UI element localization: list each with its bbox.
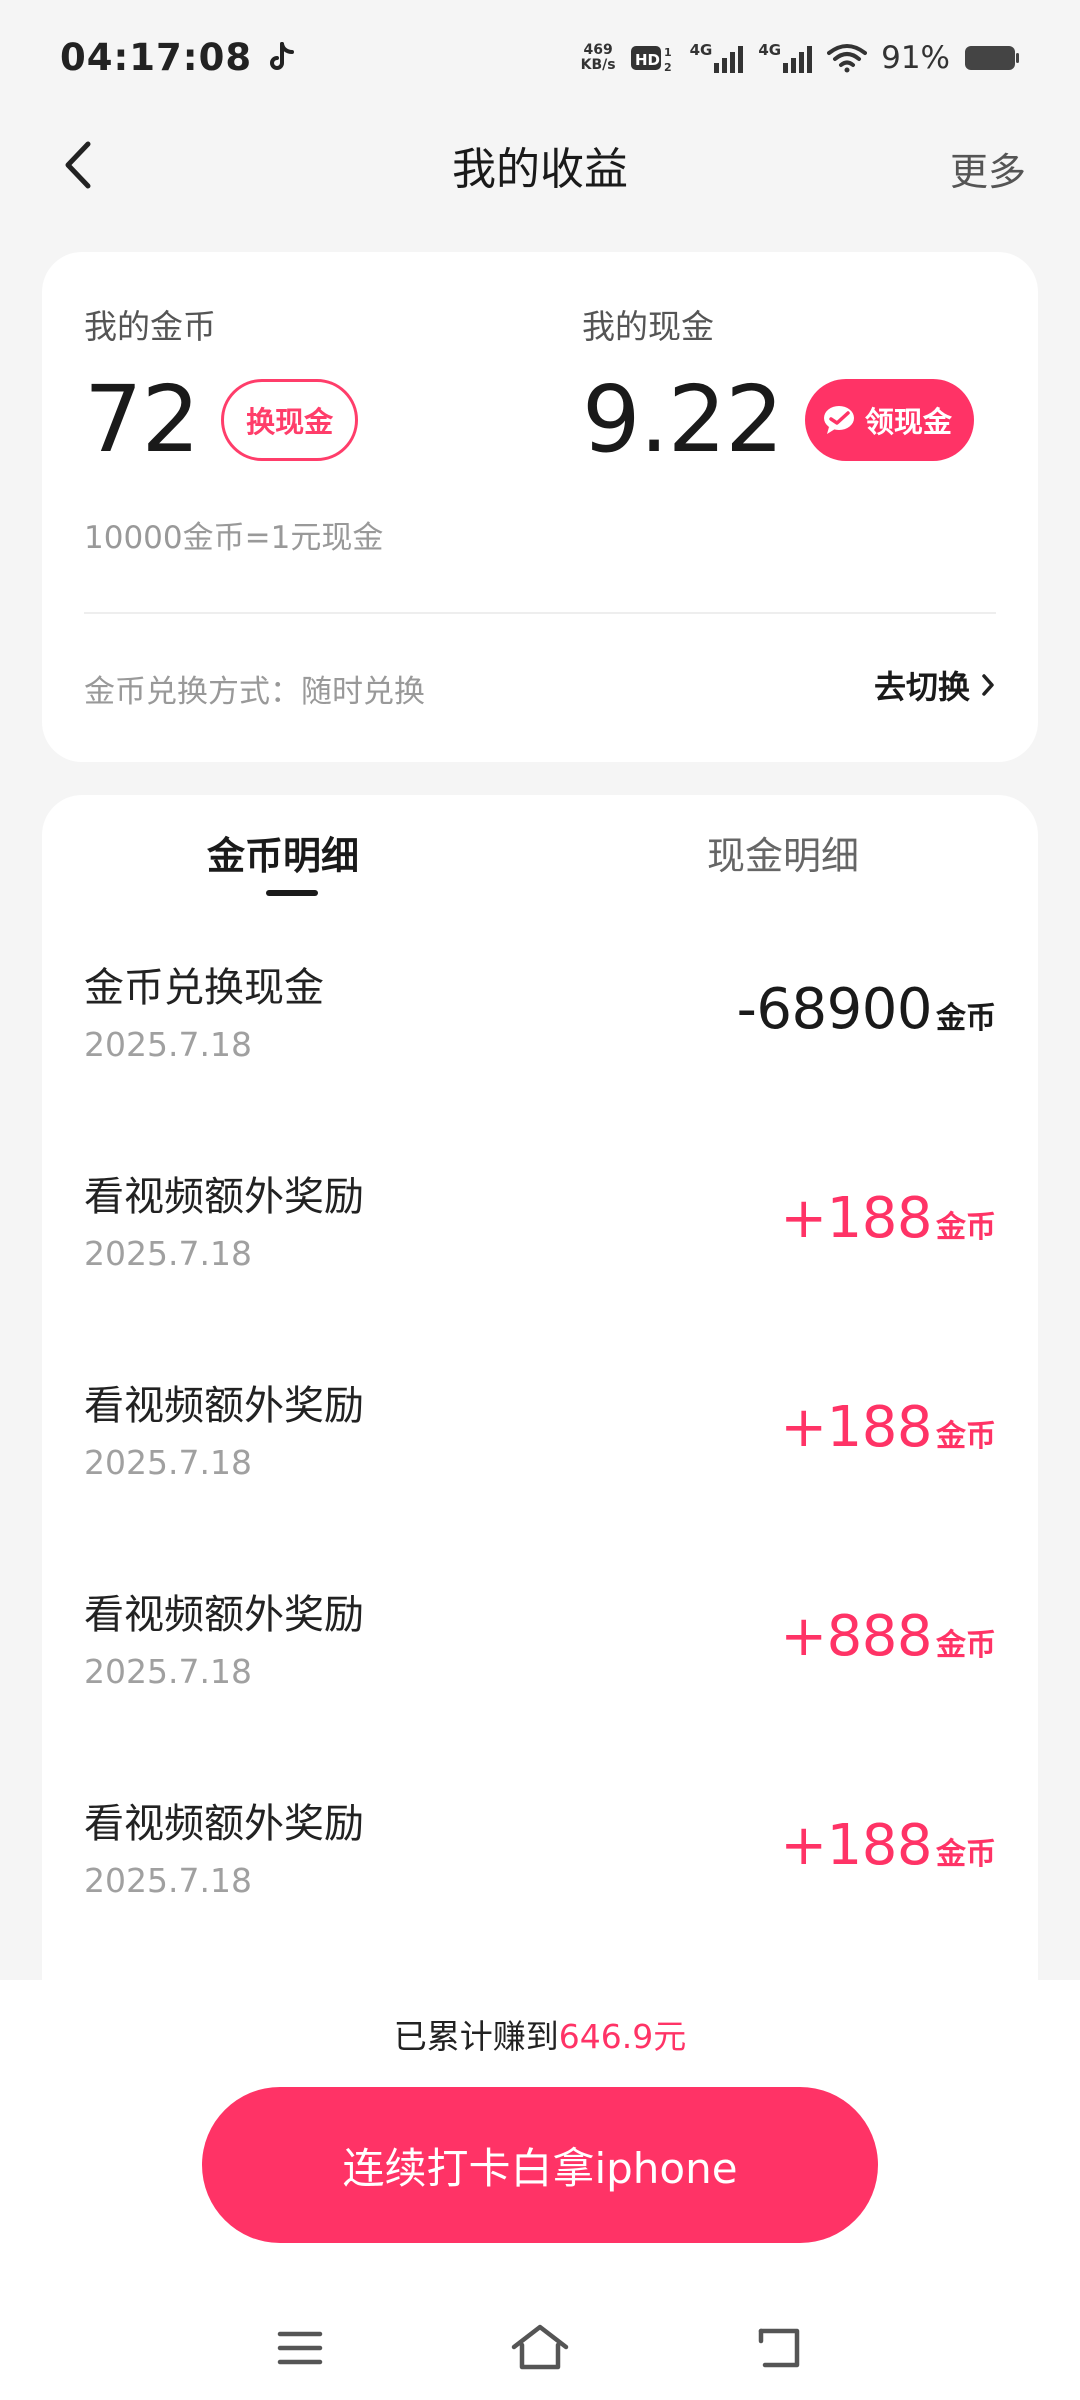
record-date: 2025.7.18 <box>84 1443 252 1482</box>
record-amount: +188 金币 <box>780 1186 996 1251</box>
record-title: 看视频额外奖励 <box>84 1383 364 1429</box>
list-item[interactable]: 金币兑换现金 2025.7.18 -68900 金币 <box>42 955 1038 1164</box>
svg-text:2: 2 <box>664 61 672 74</box>
checkin-iphone-button[interactable]: 连续打卡白拿iphone <box>202 2087 878 2243</box>
signal-1-label: 4G <box>689 40 713 59</box>
detail-tabs: 金币明细 现金明细 <box>42 795 1038 905</box>
record-date: 2025.7.18 <box>84 1025 252 1064</box>
hd-icon: HD 1 2 <box>630 45 672 74</box>
signal-2: 4G <box>758 40 813 73</box>
exchange-rate: 10000金币=1元现金 <box>84 520 384 556</box>
record-title: 金币兑换现金 <box>84 965 324 1011</box>
amount-unit: 金币 <box>936 1001 996 1036</box>
amount-value: +188 <box>780 1186 932 1251</box>
claim-cash-button[interactable]: 领现金 <box>804 379 974 461</box>
status-bar: 04:17:08 469 KB/s HD 1 2 4G 4G 91% <box>0 0 1080 115</box>
coins-stat: 我的金币 72 换现金 <box>84 300 359 473</box>
exchange-cash-button[interactable]: 换现金 <box>221 379 359 461</box>
list-item[interactable]: 看视频额外奖励 2025.7.18 +188 金币 <box>42 1373 1038 1582</box>
signal-icon <box>714 45 744 73</box>
record-amount: -68900 金币 <box>737 977 996 1042</box>
battery-icon <box>965 45 1019 70</box>
list-item[interactable]: 看视频额外奖励 2025.7.18 +888 金币 <box>42 1582 1038 1791</box>
amount-unit: 金币 <box>936 1628 996 1663</box>
cash-stat: 我的现金 9.22 领现金 <box>582 300 974 470</box>
svg-text:HD: HD <box>635 51 660 69</box>
amount-value: +888 <box>780 1604 932 1669</box>
return-icon <box>758 2328 800 2368</box>
net-speed-unit: KB/s <box>580 56 616 73</box>
record-amount: +188 金币 <box>780 1813 996 1878</box>
signal-icon <box>783 45 813 73</box>
amount-unit: 金币 <box>936 1837 996 1872</box>
exchange-method: 金币兑换方式：随时兑换 <box>84 674 425 710</box>
record-title: 看视频额外奖励 <box>84 1174 364 1220</box>
net-speed-value: 469 <box>583 41 613 58</box>
tab-indicator <box>266 890 318 896</box>
svg-text:1: 1 <box>664 46 672 59</box>
menu-icon <box>277 2331 323 2365</box>
signal-2-label: 4G <box>758 40 782 59</box>
more-button[interactable]: 更多 <box>950 141 1026 196</box>
record-title: 看视频额外奖励 <box>84 1592 364 1638</box>
status-left: 04:17:08 <box>60 36 296 79</box>
divider <box>84 612 996 614</box>
signal-1: 4G <box>689 40 745 73</box>
cash-value: 9.22 <box>582 366 784 473</box>
return-button[interactable] <box>750 2318 810 2378</box>
amount-value: +188 <box>780 1395 932 1460</box>
list-item[interactable]: 看视频额外奖励 2025.7.18 +188 金币 <box>42 1164 1038 1373</box>
back-arrow-icon <box>65 141 91 189</box>
wechat-icon <box>823 406 854 434</box>
amount-value: -68900 <box>736 977 933 1042</box>
record-amount: +188 金币 <box>780 1395 996 1460</box>
home-icon <box>511 2324 569 2370</box>
switch-method-link[interactable]: 去切换 <box>874 662 998 708</box>
chevron-right-icon <box>982 674 994 696</box>
bottom-bar: 已累计赚到646.9元 连续打卡白拿iphone <box>0 1980 1080 2400</box>
record-date: 2025.7.18 <box>84 1861 252 1900</box>
amount-unit: 金币 <box>936 1210 996 1245</box>
coins-row: 72 换现金 <box>84 366 359 473</box>
tiktok-icon <box>270 41 295 70</box>
earnings-summary-card: 我的金币 72 换现金 我的现金 9.22 领现金 10000金币=1元现金 金… <box>42 252 1038 762</box>
wifi-icon <box>827 43 868 72</box>
amount-unit: 金币 <box>936 1419 996 1454</box>
amount-value: +188 <box>780 1813 932 1878</box>
tab-cash-details[interactable]: 现金明细 <box>707 825 859 880</box>
net-speed: 469 KB/s <box>580 41 616 73</box>
tab-coin-details[interactable]: 金币明细 <box>207 825 359 880</box>
cash-label: 我的现金 <box>582 307 714 346</box>
claim-cash-label: 领现金 <box>864 405 952 439</box>
earned-amount: 646.9元 <box>558 2017 687 2056</box>
status-right: 469 KB/s HD 1 2 4G 4G 91% <box>581 40 1020 76</box>
back-button[interactable] <box>48 135 108 195</box>
list-item[interactable]: 看视频额外奖励 2025.7.18 +188 金币 <box>42 1791 1038 2000</box>
detail-card: 金币明细 现金明细 金币兑换现金 2025.7.18 -68900 金币 看视频… <box>42 795 1038 2095</box>
coins-label: 我的金币 <box>84 307 216 346</box>
record-title: 看视频额外奖励 <box>84 1801 364 1847</box>
page-title: 我的收益 <box>452 144 628 195</box>
record-date: 2025.7.18 <box>84 1234 252 1273</box>
cash-row: 9.22 领现金 <box>582 370 974 470</box>
status-time: 04:17:08 <box>60 36 253 79</box>
coins-value: 72 <box>84 366 200 473</box>
switch-label: 去切换 <box>873 668 970 706</box>
record-amount: +888 金币 <box>780 1604 996 1669</box>
record-date: 2025.7.18 <box>84 1652 252 1691</box>
system-nav-bar <box>0 2300 1080 2400</box>
earned-prefix: 已累计赚到 <box>393 2017 559 2056</box>
total-earned: 已累计赚到646.9元 <box>0 2010 1080 2058</box>
menu-button[interactable] <box>270 2318 330 2378</box>
home-button[interactable] <box>510 2318 570 2378</box>
battery-level: 91% <box>881 39 950 76</box>
page-header: 我的收益 更多 <box>0 115 1080 215</box>
